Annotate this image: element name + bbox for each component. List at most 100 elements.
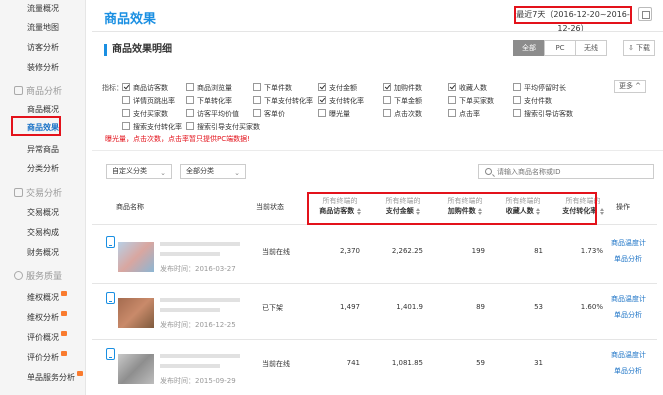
new-badge-icon xyxy=(77,371,83,376)
indicator-checkbox[interactable]: 下单金额 xyxy=(383,96,422,106)
indicator-checkbox[interactable]: 支付件数 xyxy=(513,96,552,106)
sidebar-item-decoration-analysis[interactable]: 装修分析 xyxy=(27,62,59,73)
sidebar-item-review-overview[interactable]: 评价概况 xyxy=(27,331,67,343)
indicator-checkbox[interactable]: 商品浏览量 xyxy=(186,83,232,93)
date-range-selector[interactable]: 最近7天（2016-12-20~2016-12-26） xyxy=(514,6,632,33)
active-item-highlight xyxy=(11,116,61,136)
custom-category-select[interactable]: 自定义分类 ⌄ xyxy=(106,164,172,179)
indicator-checkbox[interactable]: 搜索引导访客数 xyxy=(513,109,573,119)
product-thermometer-link[interactable]: 商品温度计 xyxy=(611,238,646,248)
indicator-checkbox[interactable]: 商品访客数 xyxy=(122,83,168,93)
checkbox-icon xyxy=(122,96,130,104)
checkbox-icon xyxy=(186,96,194,104)
sidebar-item-trade-composition[interactable]: 交易构成 xyxy=(27,227,59,238)
tab-wireless[interactable]: 无线 xyxy=(575,40,607,56)
download-icon: ⇩ xyxy=(627,44,637,52)
mobile-icon xyxy=(106,236,115,248)
section-title: 商品效果明细 xyxy=(104,44,172,56)
product-title-blurred[interactable] xyxy=(160,242,240,246)
checkbox-icon xyxy=(253,83,261,91)
tab-pc[interactable]: PC xyxy=(544,40,576,56)
download-button[interactable]: ⇩ 下载 xyxy=(623,40,655,56)
indicator-label: 下单金额 xyxy=(394,97,422,105)
sidebar-item-finance-overview[interactable]: 财务概况 xyxy=(27,247,59,258)
sidebar-item-single-service[interactable]: 单品服务分析 xyxy=(27,371,83,383)
checkbox-icon xyxy=(186,83,194,91)
indicator-checkbox[interactable]: 支付金额 xyxy=(318,83,357,93)
pc-only-warning: 曝光量，点击次数，点击率暂只提供PC端数据! xyxy=(105,135,250,143)
more-indicators-button[interactable]: 更多 ^ xyxy=(614,80,646,93)
indicator-checkbox[interactable]: 下单支付转化率 xyxy=(253,96,313,106)
sidebar-item-rights-overview[interactable]: 维权概况 xyxy=(27,291,67,303)
indicator-checkbox[interactable]: 搜索支付转化率 xyxy=(122,122,182,132)
metric-cell: 1.73% xyxy=(580,247,603,255)
indicator-checkbox[interactable]: 客单价 xyxy=(253,109,285,119)
divider xyxy=(92,31,663,32)
indicator-checkbox[interactable]: 平均停留时长 xyxy=(513,83,566,93)
indicator-checkbox[interactable]: 曝光量 xyxy=(318,109,350,119)
product-title-blurred[interactable] xyxy=(160,308,220,312)
product-title-blurred[interactable] xyxy=(160,298,240,302)
checkbox-icon xyxy=(513,109,521,117)
select-value: 全部分类 xyxy=(186,167,214,175)
single-product-analysis-link[interactable]: 单品分析 xyxy=(614,366,642,376)
metric-cell: 199 xyxy=(471,247,485,255)
single-product-analysis-link[interactable]: 单品分析 xyxy=(614,310,642,320)
single-product-analysis-link[interactable]: 单品分析 xyxy=(614,254,642,264)
sidebar-group-service[interactable]: 服务质量 xyxy=(14,269,62,282)
metric-cell: 1,497 xyxy=(339,303,360,311)
indicator-label: 平均停留时长 xyxy=(524,84,566,92)
indicator-checkbox[interactable]: 下单转化率 xyxy=(186,96,232,106)
mobile-icon xyxy=(106,292,115,304)
indicator-checkbox[interactable]: 访客平均价值 xyxy=(186,109,239,119)
indicator-checkbox[interactable]: 搜索引导支付买家数 xyxy=(186,122,260,132)
sidebar-item-trade-overview[interactable]: 交易概况 xyxy=(27,207,59,218)
sidebar-item-review-analysis[interactable]: 评价分析 xyxy=(27,351,67,363)
indicator-checkbox[interactable]: 下单买家数 xyxy=(448,96,494,106)
mobile-icon xyxy=(106,348,115,360)
sidebar-item-abnormal-products[interactable]: 异常商品 xyxy=(27,144,59,155)
indicator-checkbox[interactable]: 收藏人数 xyxy=(448,83,487,93)
product-title-blurred[interactable] xyxy=(160,364,220,368)
all-category-select[interactable]: 全部分类 ⌄ xyxy=(180,164,246,179)
metric-cell: 89 xyxy=(476,303,485,311)
product-thermometer-link[interactable]: 商品温度计 xyxy=(611,294,646,304)
sidebar-group-product[interactable]: 商品分析 xyxy=(14,84,62,97)
indicator-checkbox[interactable]: 支付买家数 xyxy=(122,109,168,119)
search-input[interactable] xyxy=(497,166,647,177)
sidebar-group-trade[interactable]: 交易分析 xyxy=(14,186,62,199)
checkbox-icon xyxy=(318,109,326,117)
publish-time: 发布时间：2015-09-29 xyxy=(160,377,236,385)
product-title-blurred[interactable] xyxy=(160,354,240,358)
sidebar-item-rights-analysis[interactable]: 维权分析 xyxy=(27,311,67,323)
checkbox-checked-icon xyxy=(318,96,326,104)
product-title-blurred[interactable] xyxy=(160,252,220,256)
product-thermometer-link[interactable]: 商品温度计 xyxy=(611,350,646,360)
table-row[interactable]: 发布时间：2016-12-25 已下架 1,497 1,401.9 89 53 1.60% 商… xyxy=(92,284,657,340)
sidebar-item-category-analysis[interactable]: 分类分析 xyxy=(27,163,59,174)
indicator-label: 点击次数 xyxy=(394,110,422,118)
status-cell: 当前在线 xyxy=(262,248,290,256)
sidebar-group-label: 服务质量 xyxy=(26,272,63,282)
sidebar-item-traffic-map[interactable]: 流量地图 xyxy=(27,22,59,33)
tab-all[interactable]: 全部 xyxy=(513,40,545,56)
metric-columns-highlight xyxy=(307,192,597,225)
sidebar-item-traffic-overview[interactable]: 流量概况 xyxy=(27,3,59,14)
table-row[interactable]: 发布时间：2015-09-29 当前在线 741 1,081.85 59 31 商品温度计单… xyxy=(92,340,657,395)
product-thumbnail[interactable] xyxy=(118,298,154,328)
indicator-checkbox[interactable]: 详情页跳出率 xyxy=(122,96,175,106)
divider xyxy=(92,150,663,151)
indicator-checkbox[interactable]: 点击率 xyxy=(448,109,480,119)
indicator-checkbox[interactable]: 下单件数 xyxy=(253,83,292,93)
indicator-checkbox[interactable]: 加购件数 xyxy=(383,83,422,93)
calendar-icon[interactable] xyxy=(638,7,652,21)
sidebar-item-label: 评价分析 xyxy=(27,353,59,362)
product-thumbnail[interactable] xyxy=(118,242,154,272)
indicator-checkbox[interactable]: 支付转化率 xyxy=(318,96,364,106)
product-thumbnail[interactable] xyxy=(118,354,154,384)
table-row[interactable]: 发布时间：2016-03-27 当前在线 2,370 2,262.25 199 81 1.7… xyxy=(92,228,657,284)
search-icon[interactable] xyxy=(485,168,492,175)
sidebar-item-product-overview[interactable]: 商品概况 xyxy=(27,104,59,115)
sidebar-item-visitor-analysis[interactable]: 访客分析 xyxy=(27,42,59,53)
indicator-checkbox[interactable]: 点击次数 xyxy=(383,109,422,119)
